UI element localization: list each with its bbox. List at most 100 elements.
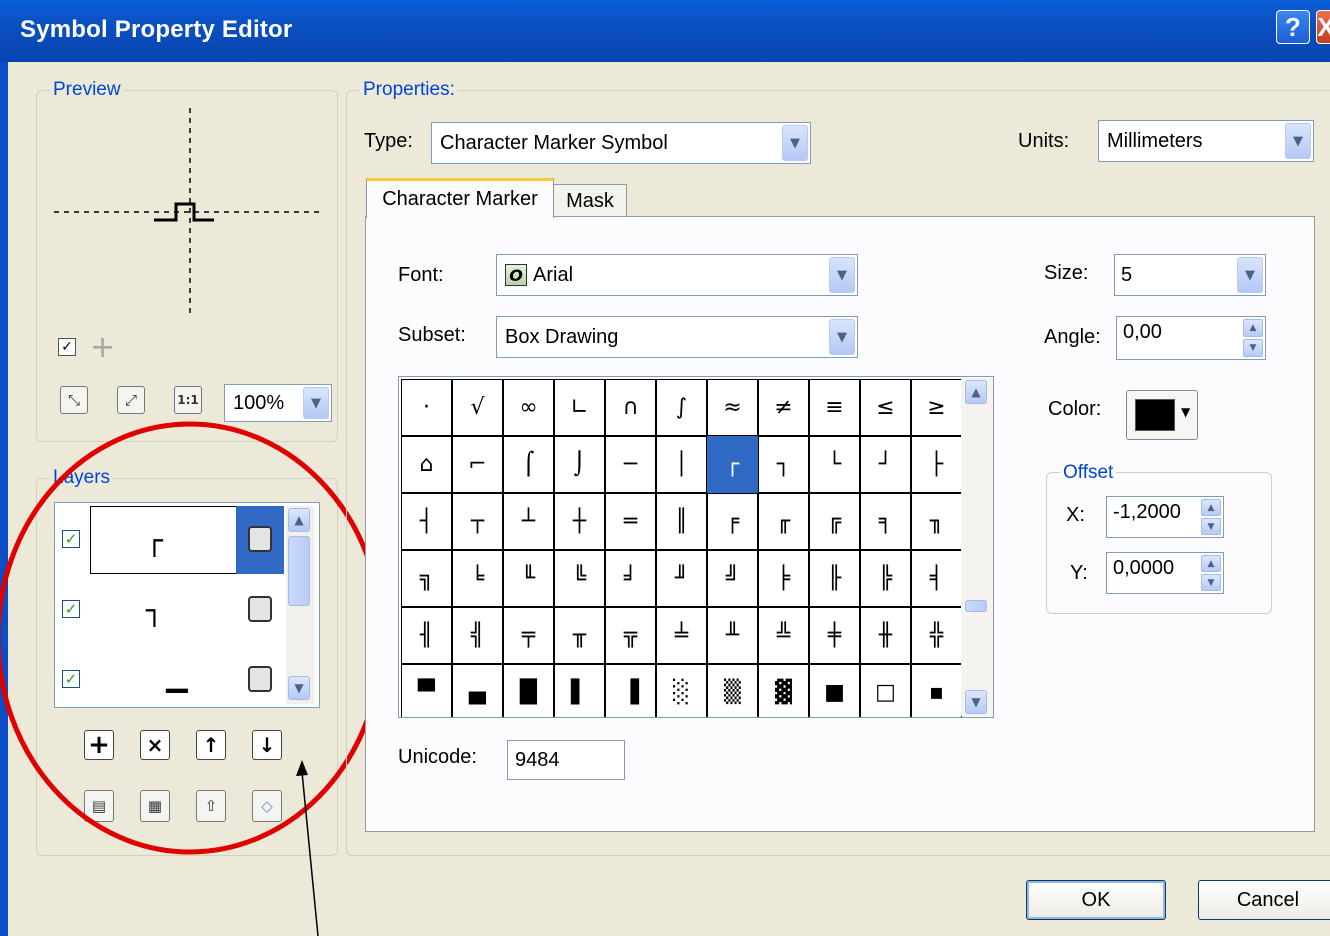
glyph-cell[interactable]: □ xyxy=(860,664,911,717)
spin-down-icon[interactable]: ▼ xyxy=(1201,574,1221,591)
glyph-cell[interactable]: ╪ xyxy=(809,607,860,664)
glyph-cell[interactable]: ░ xyxy=(656,664,707,717)
glyph-cell[interactable]: ╢ xyxy=(401,607,452,664)
glyph-cell[interactable]: ≠ xyxy=(758,379,809,436)
glyph-cell[interactable]: ∞ xyxy=(503,379,554,436)
glyph-cell[interactable]: ╣ xyxy=(452,607,503,664)
crosshair-icon[interactable]: + xyxy=(90,330,115,365)
layers-scrollbar[interactable]: ▲ ▼ xyxy=(286,506,314,704)
scroll-down-icon[interactable]: ▼ xyxy=(965,690,987,714)
glyph-cell[interactable]: ▒ xyxy=(707,664,758,717)
layer-row[interactable]: ✓ ┐ xyxy=(56,576,284,644)
glyph-cell[interactable]: ╟ xyxy=(809,550,860,607)
glyph-cell[interactable]: ├ xyxy=(911,436,962,493)
ok-button[interactable]: OK xyxy=(1026,880,1166,920)
glyph-cell[interactable]: ■ xyxy=(809,664,860,717)
help-button[interactable]: ? xyxy=(1276,10,1310,44)
glyph-cell[interactable]: ┘ xyxy=(860,436,911,493)
spin-up-icon[interactable]: ▲ xyxy=(1201,555,1221,572)
glyph-cell[interactable]: ╕ xyxy=(860,493,911,550)
layer-visible-checkbox[interactable]: ✓ xyxy=(62,670,80,688)
glyph-cell[interactable]: ≥ xyxy=(911,379,962,436)
glyph-cell[interactable]: │ xyxy=(656,436,707,493)
font-select[interactable]: O Arial ▼ xyxy=(496,254,858,296)
angle-spinner[interactable]: 0,00 ▲ ▼ xyxy=(1116,316,1266,360)
zoom-select[interactable]: 100% ▼ xyxy=(224,384,332,422)
lock-icon[interactable] xyxy=(248,596,272,622)
tab-mask[interactable]: Mask xyxy=(553,184,627,218)
glyph-grid-scrollbar[interactable]: ▲ ▼ xyxy=(961,378,993,716)
spin-up-icon[interactable]: ▲ xyxy=(1201,499,1221,516)
glyph-cell[interactable]: ▀ xyxy=(401,664,452,717)
chevron-down-icon[interactable]: ▼ xyxy=(1181,405,1190,419)
glyph-grid[interactable]: · √ ∞ ∟ ∩ ∫ ≈ ≠ ≡ ≤ ≥ ⌂ ⌐ ⌠ ⌡ ─ │ ┌ ┐ └ ┘ ├ ┤ ┬ ┴ ┼ ═ ║ ╒ ╓ ╔ ╕ ╖ ╗ ╘ ╙ ╚ ╛ ╜ ╝… xyxy=(398,376,994,718)
close-button[interactable]: X xyxy=(1316,10,1330,44)
chevron-down-icon[interactable]: ▼ xyxy=(829,319,855,355)
glyph-cell[interactable]: ⌡ xyxy=(554,436,605,493)
glyph-cell[interactable]: ┼ xyxy=(554,493,605,550)
zoom-in-icon[interactable]: ⤡ xyxy=(60,386,88,414)
glyph-cell[interactable]: ╬ xyxy=(911,607,962,664)
glyph-cell[interactable]: ≈ xyxy=(707,379,758,436)
glyph-cell[interactable]: ┴ xyxy=(503,493,554,550)
glyph-cell[interactable]: ╓ xyxy=(758,493,809,550)
glyph-cell[interactable]: ▐ xyxy=(605,664,656,717)
glyph-cell[interactable]: ─ xyxy=(605,436,656,493)
copy-layer-icon[interactable]: ▤ xyxy=(84,790,114,822)
chevron-down-icon[interactable]: ▼ xyxy=(1285,123,1311,159)
subset-select[interactable]: Box Drawing ▼ xyxy=(496,316,858,358)
glyph-cell[interactable]: ║ xyxy=(656,493,707,550)
move-layer-up-button[interactable]: ↑ xyxy=(196,730,226,760)
scroll-thumb[interactable] xyxy=(288,536,310,606)
glyph-cell[interactable]: ╘ xyxy=(452,550,503,607)
glyph-cell[interactable]: ╤ xyxy=(503,607,554,664)
glyph-cell[interactable]: ∫ xyxy=(656,379,707,436)
tab-character-marker[interactable]: Character Marker xyxy=(366,178,554,218)
glyph-cell[interactable]: ╚ xyxy=(554,550,605,607)
cancel-button[interactable]: Cancel xyxy=(1198,880,1330,920)
glyph-cell[interactable]: ┤ xyxy=(401,493,452,550)
layer-visible-checkbox[interactable]: ✓ xyxy=(62,600,80,618)
glyph-cell[interactable]: ≡ xyxy=(809,379,860,436)
glyph-cell[interactable]: ▪ xyxy=(911,664,962,717)
layer-row[interactable]: ✓ ┌ xyxy=(56,504,284,574)
glyph-cell[interactable]: ╩ xyxy=(758,607,809,664)
glyph-cell[interactable]: ≤ xyxy=(860,379,911,436)
glyph-cell[interactable]: ▓ xyxy=(758,664,809,717)
type-select[interactable]: Character Marker Symbol ▼ xyxy=(431,122,811,164)
chevron-down-icon[interactable]: ▼ xyxy=(782,125,808,161)
glyph-cell[interactable]: ┬ xyxy=(452,493,503,550)
glyph-cell[interactable]: ╒ xyxy=(707,493,758,550)
scroll-down-icon[interactable]: ▼ xyxy=(288,676,310,700)
zoom-out-icon[interactable]: ⤢ xyxy=(117,386,145,414)
preview-checkbox[interactable]: ✓ xyxy=(58,338,76,356)
glyph-cell[interactable]: ⌠ xyxy=(503,436,554,493)
glyph-cell[interactable]: ╞ xyxy=(758,550,809,607)
scroll-up-icon[interactable]: ▲ xyxy=(288,508,310,532)
add-layer-button[interactable]: + xyxy=(84,730,114,760)
glyph-cell[interactable]: ⌐ xyxy=(452,436,503,493)
lock-icon[interactable] xyxy=(248,526,272,552)
glyph-cell[interactable]: ┐ xyxy=(758,436,809,493)
unicode-field[interactable]: 9484 xyxy=(507,740,625,780)
glyph-cell[interactable]: ╨ xyxy=(707,607,758,664)
chevron-down-icon[interactable]: ▼ xyxy=(829,257,855,293)
glyph-cell[interactable]: √ xyxy=(452,379,503,436)
export-layer-icon[interactable]: ⇧ xyxy=(196,790,226,822)
scroll-up-icon[interactable]: ▲ xyxy=(965,380,987,404)
tag-icon[interactable]: ◇ xyxy=(252,790,282,822)
glyph-cell[interactable]: ╔ xyxy=(809,493,860,550)
glyph-cell[interactable]: ╫ xyxy=(860,607,911,664)
glyph-cell[interactable]: ╠ xyxy=(860,550,911,607)
glyph-cell[interactable]: ∟ xyxy=(554,379,605,436)
glyph-cell[interactable]: · xyxy=(401,379,452,436)
glyph-cell[interactable]: ╖ xyxy=(911,493,962,550)
glyph-cell[interactable]: └ xyxy=(809,436,860,493)
glyph-cell[interactable]: ╧ xyxy=(656,607,707,664)
glyph-cell[interactable]: ╦ xyxy=(605,607,656,664)
chevron-down-icon[interactable]: ▼ xyxy=(1237,257,1263,293)
units-select[interactable]: Millimeters ▼ xyxy=(1098,120,1314,162)
glyph-cell[interactable]: ▌ xyxy=(554,664,605,717)
size-select[interactable]: 5 ▼ xyxy=(1114,254,1266,296)
spin-up-icon[interactable]: ▲ xyxy=(1243,319,1263,337)
